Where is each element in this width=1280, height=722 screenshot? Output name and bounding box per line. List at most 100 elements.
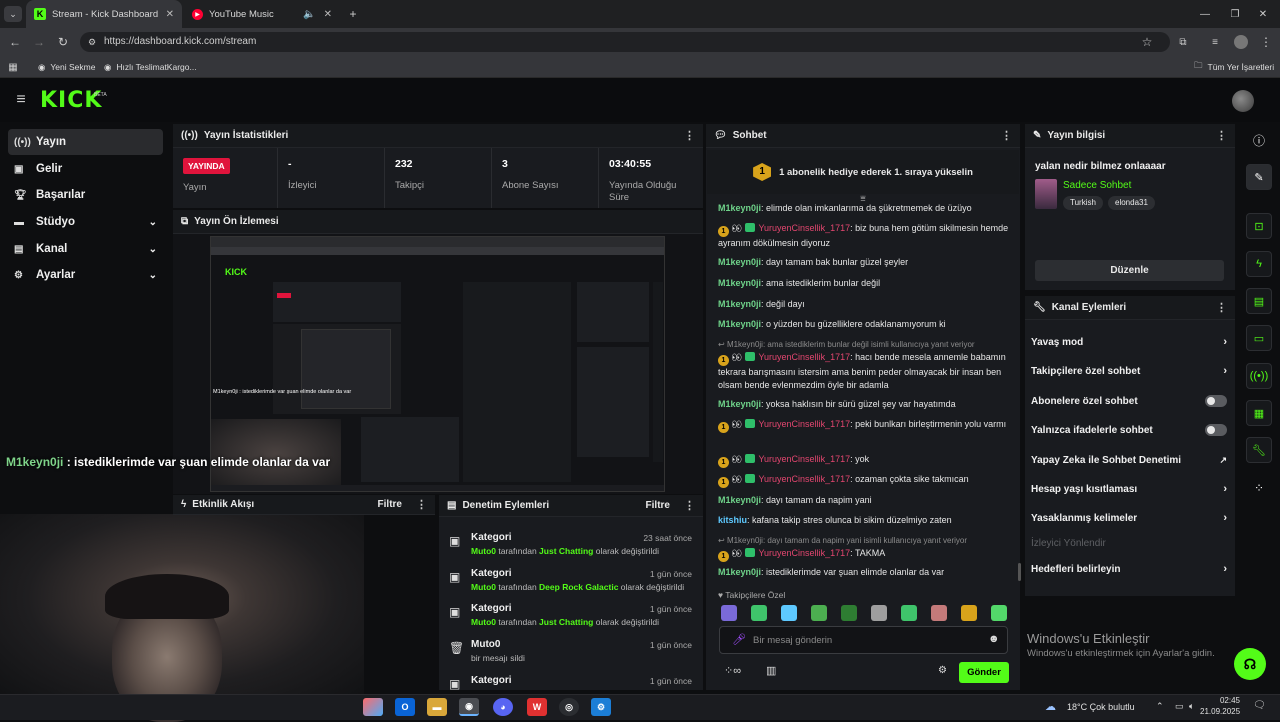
chat-tool-button[interactable]: ▭ bbox=[1246, 325, 1272, 351]
chat-message[interactable]: M1keyn0ji: yoksa haklısın bir sürü güzel… bbox=[718, 398, 1014, 411]
edit-button[interactable]: Düzenle bbox=[1035, 260, 1224, 281]
frog-emote-icon[interactable] bbox=[811, 605, 827, 621]
wrench-tool-button[interactable]: 🔧︎ bbox=[1246, 437, 1272, 463]
sidebar-item-ayarlar[interactable]: ⚙ Ayarlar ⌄ bbox=[8, 262, 163, 288]
tag-turkish[interactable]: Turkish bbox=[1063, 196, 1103, 210]
bookmark-all[interactable]: 🗀 Tüm Yer İşaretleri bbox=[1194, 58, 1274, 76]
clock-time[interactable]: 02:45 bbox=[1206, 696, 1240, 705]
minimize-icon[interactable]: — bbox=[1198, 6, 1212, 22]
filter-button[interactable]: Filtre bbox=[646, 500, 670, 511]
chat-settings-icon[interactable]: ⚙ bbox=[938, 665, 947, 676]
chat-message[interactable]: M1keyn0ji: dayı tamam bak bunlar güzel ş… bbox=[718, 256, 1014, 269]
kick-points-icon[interactable]: ⁘ bbox=[1251, 480, 1267, 496]
emoji-icon[interactable]: ☻ bbox=[988, 633, 1000, 645]
king-emote-icon[interactable] bbox=[961, 605, 977, 621]
bookmark-kargo[interactable]: ◉ Hızlı TeslimatKargo... bbox=[104, 58, 197, 76]
volume-icon[interactable]: 🔈︎ bbox=[1189, 701, 1194, 712]
more-menu-icon[interactable]: ⋮ bbox=[1260, 34, 1272, 50]
broadcast-tool-button[interactable]: ((•)) bbox=[1246, 363, 1272, 389]
clock-date[interactable]: 21.09.2025 bbox=[1200, 707, 1240, 716]
chat-username[interactable]: YuruyenCinsellik_1717 bbox=[759, 419, 851, 429]
layout-tool-button[interactable]: ▦ bbox=[1246, 400, 1272, 426]
hamburger-menu-icon[interactable]: ≡ bbox=[12, 91, 30, 108]
channel-action-item[interactable]: Yavaş mod › bbox=[1031, 332, 1227, 352]
moderation-item[interactable]: ▣ Kategori 23 saat önce Muto0 tarafından Ju… bbox=[447, 531, 695, 563]
category-link[interactable]: Sadece Sohbet bbox=[1063, 180, 1131, 191]
lightning-tool-button[interactable]: ϟ bbox=[1246, 251, 1272, 277]
toggle-switch[interactable] bbox=[1205, 424, 1227, 436]
support-chat-button[interactable]: ☊ bbox=[1234, 648, 1266, 680]
chat-message[interactable]: 1 👀︎ YuruyenCinsellik_1717: yok bbox=[718, 453, 1014, 468]
sidebar-item-kanal[interactable]: ▤ Kanal ⌄ bbox=[8, 236, 163, 262]
more-options-icon[interactable]: ⋮ bbox=[1001, 129, 1012, 142]
chat-username[interactable]: M1keyn0ji bbox=[718, 567, 761, 577]
extensions-icon[interactable]: ⧉ bbox=[1176, 34, 1190, 50]
stream-preview-video[interactable]: KICK M1keyn0ji : istediklerimde var şuan… bbox=[210, 236, 665, 492]
sidebar-item-gelir[interactable]: ▣ Gelir bbox=[8, 156, 163, 182]
kick-smile-emote-icon[interactable] bbox=[901, 605, 917, 621]
chat-username[interactable]: M1keyn0ji bbox=[718, 203, 761, 213]
profile-avatar[interactable] bbox=[1234, 35, 1248, 49]
restore-icon[interactable]: ❐ bbox=[1228, 6, 1242, 22]
chat-message[interactable]: 1 👀︎ YuruyenCinsellik_1717: ozaman çokta… bbox=[718, 473, 1014, 488]
close-icon[interactable]: ✕ bbox=[324, 9, 332, 20]
send-button[interactable]: Gönder bbox=[959, 662, 1009, 683]
scan-tool-button[interactable]: ⊡ bbox=[1246, 213, 1272, 239]
chat-message[interactable]: M1keyn0ji: değil dayı bbox=[718, 298, 1014, 311]
more-options-icon[interactable]: ⋮ bbox=[416, 498, 427, 511]
moderation-item[interactable]: ▣ Kategori 1 gün önce Muto0 tarafından Just… bbox=[447, 602, 695, 634]
obs-icon[interactable]: ◎ bbox=[559, 698, 579, 716]
chat-scrollbar[interactable] bbox=[1018, 563, 1021, 581]
block-emote-icon[interactable] bbox=[871, 605, 887, 621]
chat-username[interactable]: YuruyenCinsellik_1717 bbox=[759, 474, 851, 484]
bookmark-new-tab[interactable]: ◉ Yeni Sekme bbox=[38, 58, 95, 76]
chat-message[interactable]: ↩ M1keyn0ji: dayı tamam da napim yani is… bbox=[718, 534, 1014, 562]
chat-message[interactable]: M1keyn0ji: elimde olan imkanlarıma da şü… bbox=[718, 202, 1014, 215]
chat-username[interactable]: kitshiu bbox=[718, 515, 747, 525]
outlook-icon[interactable]: O bbox=[395, 698, 415, 716]
tab-search-icon[interactable]: ⌄ bbox=[4, 6, 22, 22]
more-options-icon[interactable]: ⋮ bbox=[684, 129, 695, 142]
chat-message[interactable]: 1 👀︎ YuruyenCinsellik_1717: peki bunlkar… bbox=[718, 418, 1014, 433]
ghost-emote-icon[interactable] bbox=[781, 605, 797, 621]
tab-kick-dashboard[interactable]: K Stream - Kick Dashboard ✕ bbox=[26, 0, 182, 28]
microphone-icon[interactable]: 🎤︎ bbox=[732, 633, 746, 646]
app-icon[interactable]: ⚙ bbox=[591, 698, 611, 716]
tab-youtube-music[interactable]: ▶ YouTube Music 🔈 ✕ bbox=[184, 0, 340, 28]
speaker-icon[interactable]: 🔈 bbox=[303, 9, 315, 20]
channel-action-item[interactable]: Yapay Zeka ile Sohbet Denetimi ↗ bbox=[1031, 450, 1227, 470]
chat-username[interactable]: YuruyenCinsellik_1717 bbox=[759, 223, 851, 233]
chat-message[interactable]: kitshiu: kafana takip stres olunca bi si… bbox=[718, 514, 1014, 527]
moderation-item[interactable]: ▣ Kategori 1 gün önce Muto0 tarafından Deep… bbox=[447, 567, 695, 599]
chat-username[interactable]: M1keyn0ji bbox=[718, 278, 761, 288]
network-icon[interactable]: ▭ bbox=[1175, 701, 1184, 712]
chat-username[interactable]: M1keyn0ji bbox=[718, 257, 761, 267]
discord-icon[interactable]: ◕ bbox=[493, 698, 513, 716]
chat-username[interactable]: M1keyn0ji bbox=[718, 399, 761, 409]
wizard-emote-icon[interactable] bbox=[721, 605, 737, 621]
forward-icon[interactable]: → bbox=[32, 34, 46, 50]
chat-username[interactable]: YuruyenCinsellik_1717 bbox=[759, 352, 851, 362]
filter-button[interactable]: Filtre bbox=[378, 499, 402, 510]
chat-username[interactable]: YuruyenCinsellik_1717 bbox=[759, 454, 851, 464]
media-control-icon[interactable]: ≡ bbox=[1208, 34, 1222, 50]
channel-action-item[interactable]: Hesap yaşı kısıtlaması › bbox=[1031, 479, 1227, 499]
kick-emote-icon[interactable] bbox=[751, 605, 767, 621]
file-explorer-icon[interactable]: ▬ bbox=[427, 698, 447, 716]
document-tool-button[interactable]: ▤ bbox=[1246, 288, 1272, 314]
chat-username[interactable]: YuruyenCinsellik_1717 bbox=[759, 548, 851, 558]
chat-message[interactable]: 1 👀︎ YuruyenCinsellik_1717: biz buna hem… bbox=[718, 222, 1014, 250]
reload-icon[interactable]: ↻ bbox=[56, 34, 70, 50]
notifications-icon[interactable]: 🗨︎ bbox=[1253, 700, 1266, 711]
kick-points-icon[interactable]: ⁘∞ bbox=[724, 664, 741, 677]
chrome-icon[interactable]: ◉ bbox=[459, 698, 479, 716]
sidebar-item-basarilar[interactable]: 🏆︎ Başarılar bbox=[8, 182, 163, 208]
winrar-icon[interactable]: W bbox=[527, 698, 547, 716]
channel-action-item[interactable]: Hedefleri belirleyin › bbox=[1031, 559, 1227, 579]
more-options-icon[interactable]: ⋮ bbox=[1216, 301, 1227, 314]
sidebar-item-studyo[interactable]: ▬ Stüdyo ⌄ bbox=[8, 209, 163, 235]
window-close-icon[interactable]: ✕ bbox=[1256, 6, 1270, 22]
back-icon[interactable]: ← bbox=[8, 34, 22, 50]
close-icon[interactable]: ✕ bbox=[166, 9, 174, 20]
tag-elonda31[interactable]: elonda31 bbox=[1108, 196, 1155, 210]
